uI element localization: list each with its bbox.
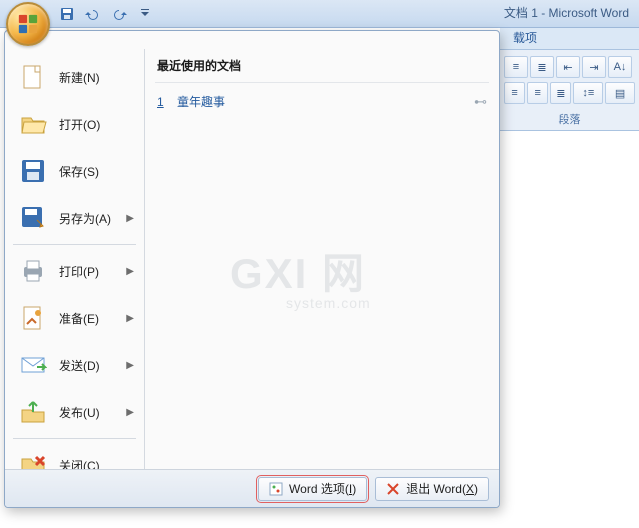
numbering-icon: ≣ bbox=[537, 61, 546, 74]
menu-item-label: 关闭(C) bbox=[59, 457, 100, 470]
decrease-indent-button[interactable]: ⇤ bbox=[556, 56, 580, 78]
submenu-arrow-icon: ▶ bbox=[126, 213, 134, 224]
office-menu: 新建(N) 打开(O) 保存(S) 另存为(A) ▶ 打印(P) ▶ bbox=[4, 30, 500, 508]
qat-undo-button[interactable] bbox=[80, 4, 102, 24]
undo-icon bbox=[84, 7, 98, 21]
menu-item-publish[interactable]: 发布(U) ▶ bbox=[8, 389, 141, 435]
send-icon bbox=[17, 349, 49, 381]
office-logo-icon bbox=[17, 13, 39, 35]
recent-document-item[interactable]: 1 童年趣事 ⊷ bbox=[155, 89, 489, 114]
bullets-icon: ≡ bbox=[513, 61, 519, 73]
submenu-arrow-icon: ▶ bbox=[126, 407, 134, 418]
open-icon bbox=[17, 108, 49, 140]
ribbon: 载项 ≡ ≣ ⇤ ⇥ A↓ ≡ ≡ ≣ ↕≡ ▤ 段落 bbox=[500, 28, 639, 131]
menu-separator bbox=[13, 438, 136, 439]
exit-icon bbox=[386, 482, 400, 496]
chevron-down-icon bbox=[141, 9, 149, 19]
ribbon-group-paragraph: ≡ ≣ ⇤ ⇥ A↓ ≡ ≡ ≣ ↕≡ ▤ 段落 bbox=[500, 50, 639, 131]
save-as-icon bbox=[17, 202, 49, 234]
indent-icon: ⇥ bbox=[589, 61, 598, 74]
recent-documents-panel: 最近使用的文档 1 童年趣事 ⊷ bbox=[145, 49, 499, 469]
publish-icon bbox=[17, 396, 49, 428]
menu-item-label: 打印(P) bbox=[59, 263, 99, 280]
office-button[interactable] bbox=[6, 2, 50, 46]
menu-item-label: 打开(O) bbox=[59, 116, 100, 133]
qat-customize-button[interactable] bbox=[134, 4, 156, 24]
align-center-icon: ≡ bbox=[534, 87, 540, 99]
menu-item-new[interactable]: 新建(N) bbox=[8, 54, 141, 100]
pin-icon[interactable]: ⊷ bbox=[474, 94, 487, 110]
ribbon-tabs: 载项 bbox=[500, 28, 639, 50]
submenu-arrow-icon: ▶ bbox=[126, 313, 134, 324]
bullets-button[interactable]: ≡ bbox=[504, 56, 528, 78]
shading-button[interactable]: ▤ bbox=[605, 82, 635, 104]
menu-item-label: 准备(E) bbox=[59, 310, 99, 327]
prepare-icon bbox=[17, 302, 49, 334]
align-justify-button[interactable]: ≣ bbox=[550, 82, 571, 104]
menu-item-label: 发布(U) bbox=[59, 404, 100, 421]
close-icon bbox=[17, 449, 49, 469]
new-icon bbox=[17, 61, 49, 93]
recent-item-number: 1 bbox=[157, 95, 169, 109]
menu-item-open[interactable]: 打开(O) bbox=[8, 101, 141, 147]
align-left-icon: ≡ bbox=[511, 87, 517, 99]
sort-icon: A↓ bbox=[614, 61, 627, 73]
menu-item-close[interactable]: 关闭(C) bbox=[8, 442, 141, 469]
align-center-button[interactable]: ≡ bbox=[527, 82, 548, 104]
menu-item-send[interactable]: 发送(D) ▶ bbox=[8, 342, 141, 388]
redo-icon bbox=[114, 7, 128, 21]
submenu-arrow-icon: ▶ bbox=[126, 266, 134, 277]
save-icon bbox=[60, 7, 74, 21]
menu-item-save[interactable]: 保存(S) bbox=[8, 148, 141, 194]
menu-item-label: 发送(D) bbox=[59, 357, 100, 374]
menu-item-label: 新建(N) bbox=[59, 69, 100, 86]
menu-item-label: 保存(S) bbox=[59, 163, 99, 180]
align-justify-icon: ≣ bbox=[556, 87, 565, 100]
align-left-button[interactable]: ≡ bbox=[504, 82, 525, 104]
shading-icon: ▤ bbox=[615, 87, 625, 100]
recent-item-name: 童年趣事 bbox=[177, 93, 225, 110]
word-options-button[interactable]: Word 选项(I) bbox=[258, 477, 367, 501]
submenu-arrow-icon: ▶ bbox=[126, 360, 134, 371]
window-title: 文档 1 - Microsoft Word bbox=[504, 4, 629, 21]
exit-word-button[interactable]: 退出 Word(X) bbox=[375, 477, 489, 501]
menu-item-prepare[interactable]: 准备(E) ▶ bbox=[8, 295, 141, 341]
line-spacing-icon: ↕≡ bbox=[582, 87, 594, 99]
qat-redo-button[interactable] bbox=[110, 4, 132, 24]
word-options-label: Word 选项(I) bbox=[289, 480, 356, 497]
line-spacing-button[interactable]: ↕≡ bbox=[573, 82, 603, 104]
ribbon-group-label: 段落 bbox=[504, 108, 635, 128]
menu-item-print[interactable]: 打印(P) ▶ bbox=[8, 248, 141, 294]
office-menu-footer: Word 选项(I) 退出 Word(X) bbox=[5, 469, 499, 507]
menu-item-save-as[interactable]: 另存为(A) ▶ bbox=[8, 195, 141, 241]
title-bar: 文档 1 - Microsoft Word bbox=[0, 0, 639, 28]
print-icon bbox=[17, 255, 49, 287]
numbering-button[interactable]: ≣ bbox=[530, 56, 554, 78]
exit-word-label: 退出 Word(X) bbox=[406, 480, 478, 497]
office-menu-commands: 新建(N) 打开(O) 保存(S) 另存为(A) ▶ 打印(P) ▶ bbox=[5, 49, 145, 469]
increase-indent-button[interactable]: ⇥ bbox=[582, 56, 606, 78]
tab-addins[interactable]: 载项 bbox=[504, 25, 546, 49]
qat-save-button[interactable] bbox=[56, 4, 78, 24]
options-icon bbox=[269, 482, 283, 496]
menu-separator bbox=[13, 244, 136, 245]
sort-button[interactable]: A↓ bbox=[608, 56, 632, 78]
menu-item-label: 另存为(A) bbox=[59, 210, 111, 227]
save-icon bbox=[17, 155, 49, 187]
quick-access-toolbar bbox=[56, 0, 156, 27]
outdent-icon: ⇤ bbox=[563, 61, 572, 74]
recent-documents-header: 最近使用的文档 bbox=[155, 51, 489, 83]
